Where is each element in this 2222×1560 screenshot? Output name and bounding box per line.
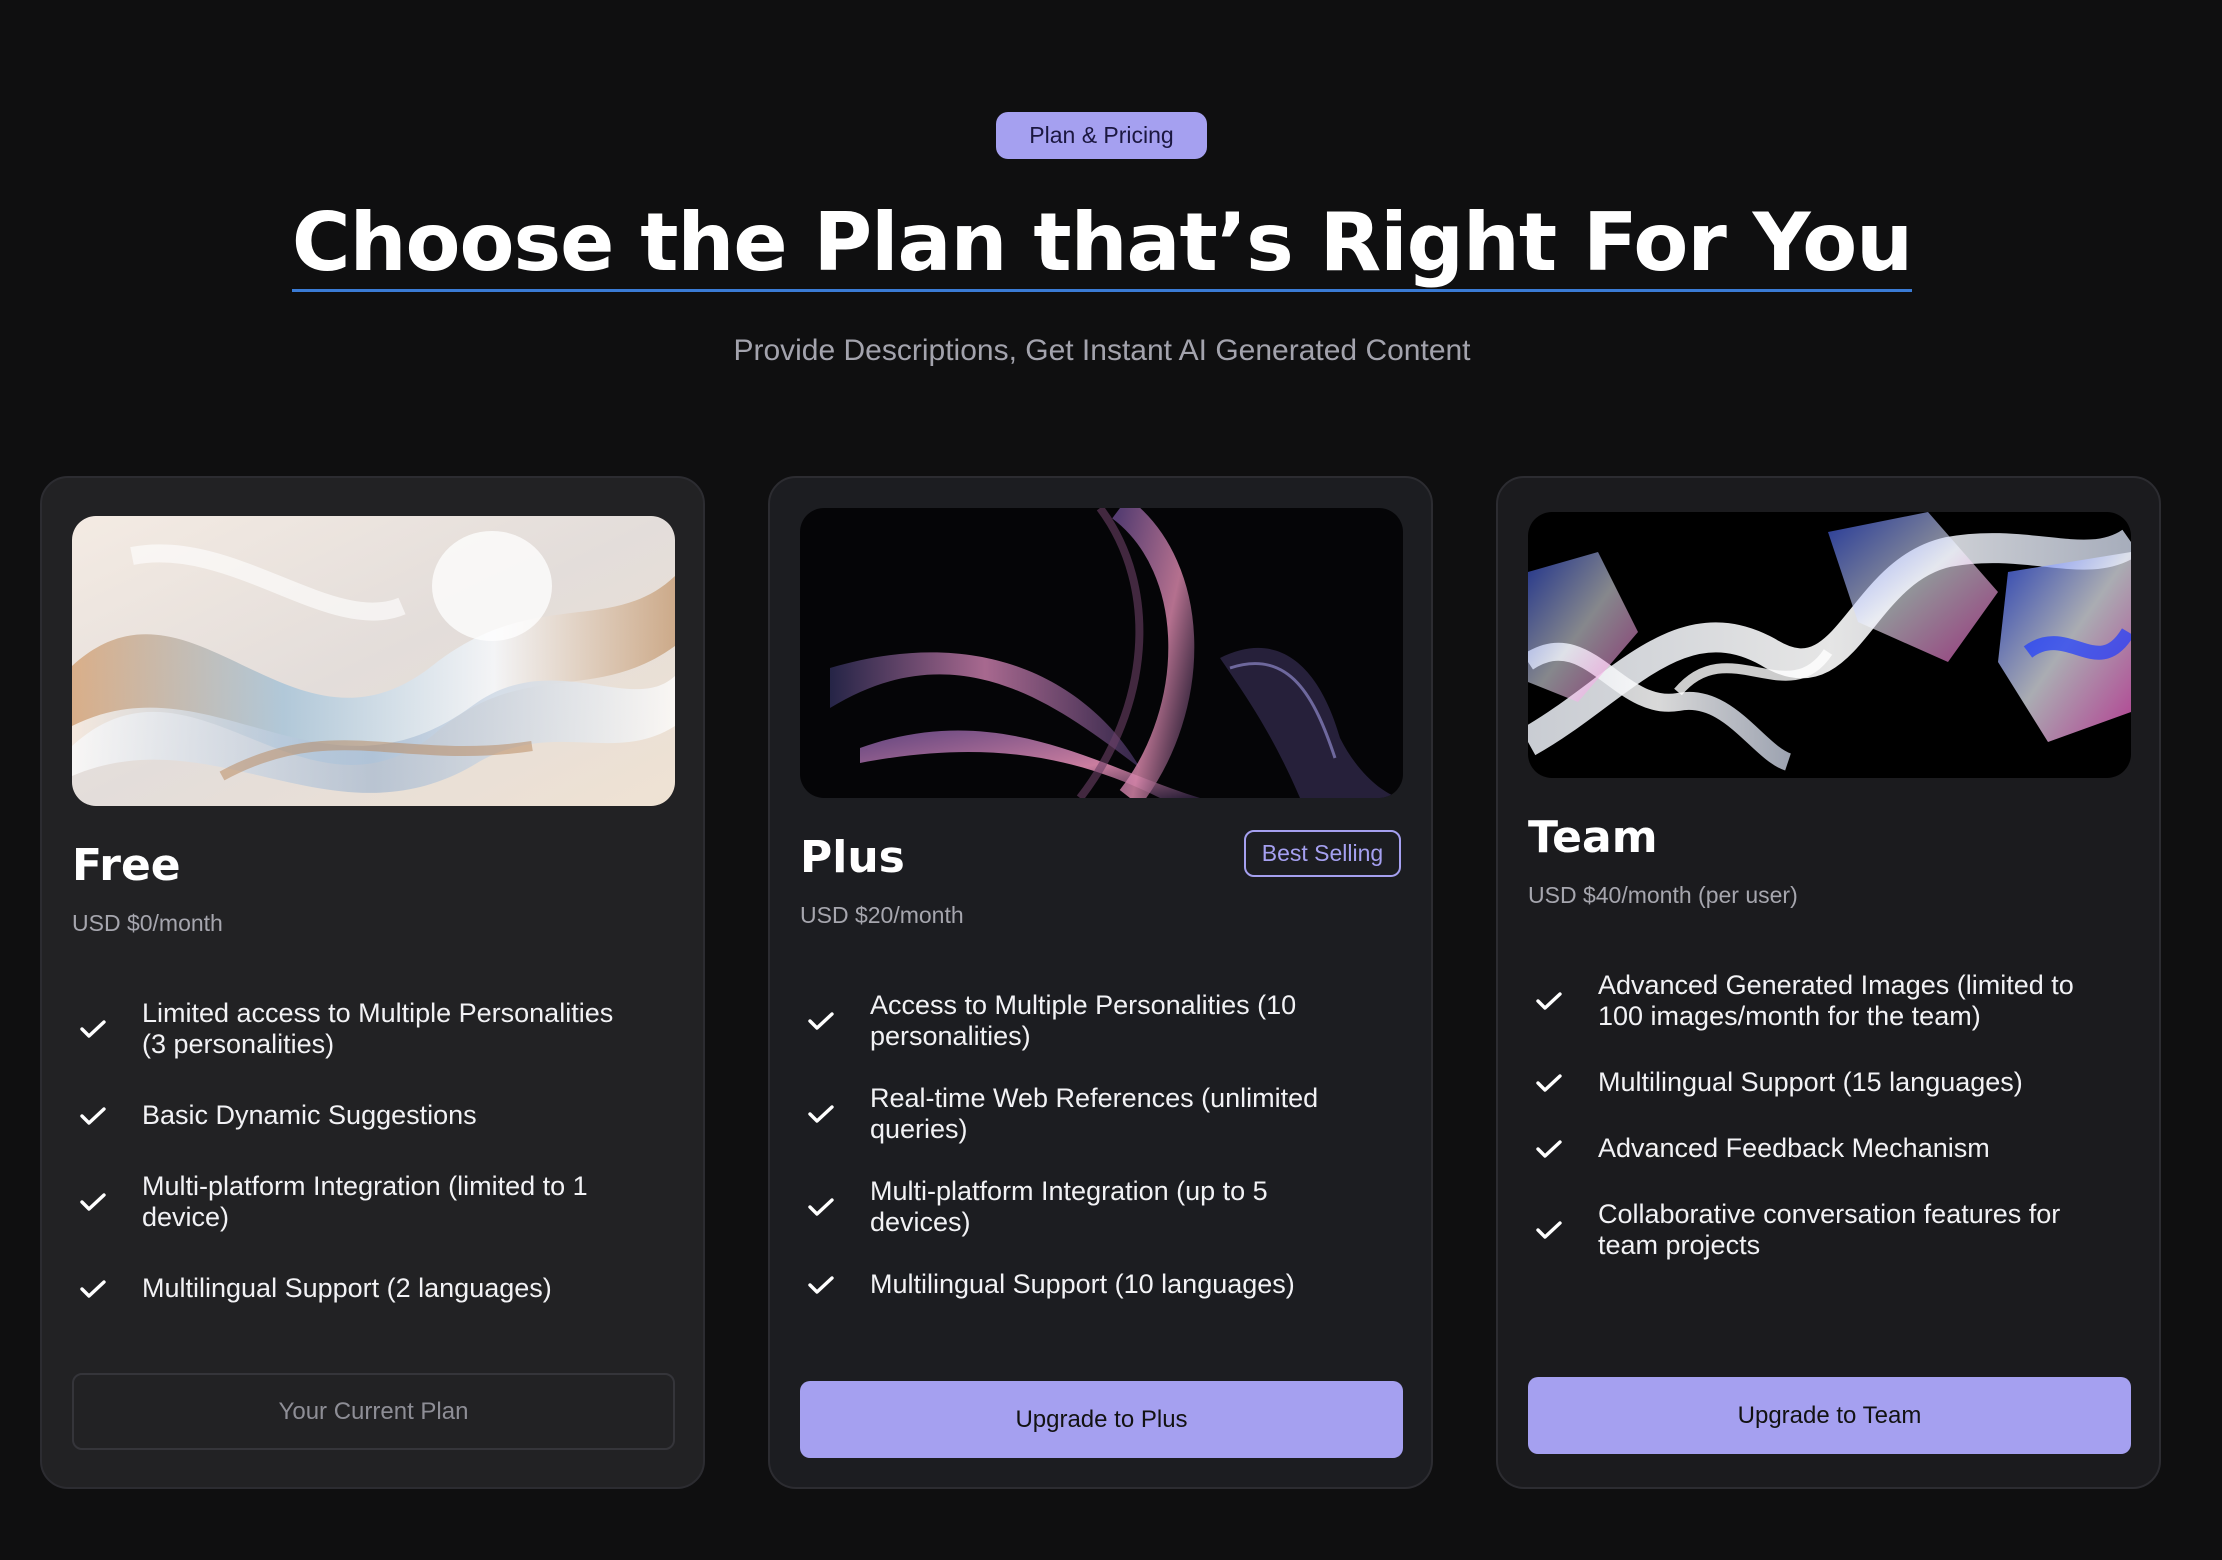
feature-text: Advanced Generated Images (limited to 10… bbox=[1598, 970, 2074, 1031]
feature-text: Access to Multiple Personalities (10 per… bbox=[870, 990, 1297, 1051]
feature-item: Access to Multiple Personalities (10 per… bbox=[800, 990, 1371, 1052]
feature-item: Collaborative conversation features for … bbox=[1528, 1199, 2099, 1261]
page-subtitle: Provide Descriptions, Get Instant AI Gen… bbox=[733, 334, 1471, 367]
plan-card-team: Team USD $40/month (per user) Advanced G… bbox=[1496, 476, 2161, 1489]
feature-item: Multilingual Support (2 languages) bbox=[72, 1273, 643, 1304]
feature-text: Real-time Web References (unlimited quer… bbox=[870, 1083, 1319, 1144]
plan-name: Free bbox=[72, 840, 181, 891]
feature-item: Real-time Web References (unlimited quer… bbox=[800, 1083, 1371, 1145]
feature-text: Multilingual Support (2 languages) bbox=[142, 1273, 552, 1303]
upgrade-to-team-button[interactable]: Upgrade to Team bbox=[1528, 1377, 2131, 1454]
feature-text: Limited access to Multiple Personalities… bbox=[142, 998, 614, 1059]
feature-list: Advanced Generated Images (limited to 10… bbox=[1528, 970, 2099, 1296]
feature-item: Multi-platform Integration (up to 5 devi… bbox=[800, 1176, 1371, 1238]
feature-text: Multi-platform Integration (up to 5 devi… bbox=[870, 1176, 1268, 1237]
feature-list: Access to Multiple Personalities (10 per… bbox=[800, 990, 1371, 1331]
plan-price: USD $40/month (per user) bbox=[1528, 882, 1798, 908]
check-icon bbox=[800, 1269, 870, 1300]
feature-text: Multilingual Support (15 languages) bbox=[1598, 1067, 2023, 1097]
check-icon bbox=[72, 1187, 142, 1218]
page-title: Choose the Plan that’s Right For You bbox=[0, 188, 2204, 298]
page-title-text: Choose the Plan that’s Right For You bbox=[291, 196, 1913, 292]
upgrade-to-plus-button[interactable]: Upgrade to Plus bbox=[800, 1381, 1403, 1458]
check-icon bbox=[1528, 1067, 1598, 1098]
check-icon bbox=[72, 1014, 142, 1045]
plan-image-free bbox=[72, 516, 675, 806]
feature-item: Advanced Feedback Mechanism bbox=[1528, 1133, 2099, 1164]
current-plan-button[interactable]: Your Current Plan bbox=[72, 1373, 675, 1450]
feature-item: Advanced Generated Images (limited to 10… bbox=[1528, 970, 2099, 1032]
feature-item: Multi-platform Integration (limited to 1… bbox=[72, 1171, 643, 1233]
check-icon bbox=[1528, 986, 1598, 1017]
plan-name: Team bbox=[1528, 812, 1658, 863]
feature-item: Limited access to Multiple Personalities… bbox=[72, 998, 643, 1060]
plan-name: Plus bbox=[800, 832, 905, 883]
check-icon bbox=[72, 1273, 142, 1304]
plan-price: USD $20/month bbox=[800, 902, 964, 928]
feature-item: Basic Dynamic Suggestions bbox=[72, 1100, 643, 1131]
plan-price: USD $0/month bbox=[72, 910, 223, 936]
feature-list: Limited access to Multiple Personalities… bbox=[72, 998, 643, 1344]
plan-pricing-badge: Plan & Pricing bbox=[996, 112, 1207, 159]
feature-text: Collaborative conversation features for … bbox=[1598, 1199, 2061, 1260]
check-icon bbox=[1528, 1215, 1598, 1246]
check-icon bbox=[800, 1192, 870, 1223]
best-selling-badge: Best Selling bbox=[1244, 830, 1401, 877]
pricing-page: Plan & Pricing Choose the Plan that’s Ri… bbox=[0, 0, 2222, 1560]
feature-item: Multilingual Support (15 languages) bbox=[1528, 1067, 2099, 1098]
check-icon bbox=[72, 1100, 142, 1131]
feature-text: Basic Dynamic Suggestions bbox=[142, 1100, 477, 1130]
plan-card-plus: Plus Best Selling USD $20/month Access t… bbox=[768, 476, 1433, 1489]
feature-text: Multilingual Support (10 languages) bbox=[870, 1269, 1295, 1299]
check-icon bbox=[800, 1099, 870, 1130]
plan-image-team bbox=[1528, 512, 2131, 778]
feature-text: Multi-platform Integration (limited to 1… bbox=[142, 1171, 588, 1232]
check-icon bbox=[1528, 1133, 1598, 1164]
feature-text: Advanced Feedback Mechanism bbox=[1598, 1133, 1990, 1163]
check-icon bbox=[800, 1006, 870, 1037]
feature-item: Multilingual Support (10 languages) bbox=[800, 1269, 1371, 1300]
plan-image-plus bbox=[800, 508, 1403, 798]
plan-card-free: Free USD $0/month Limited access to Mult… bbox=[40, 476, 705, 1489]
